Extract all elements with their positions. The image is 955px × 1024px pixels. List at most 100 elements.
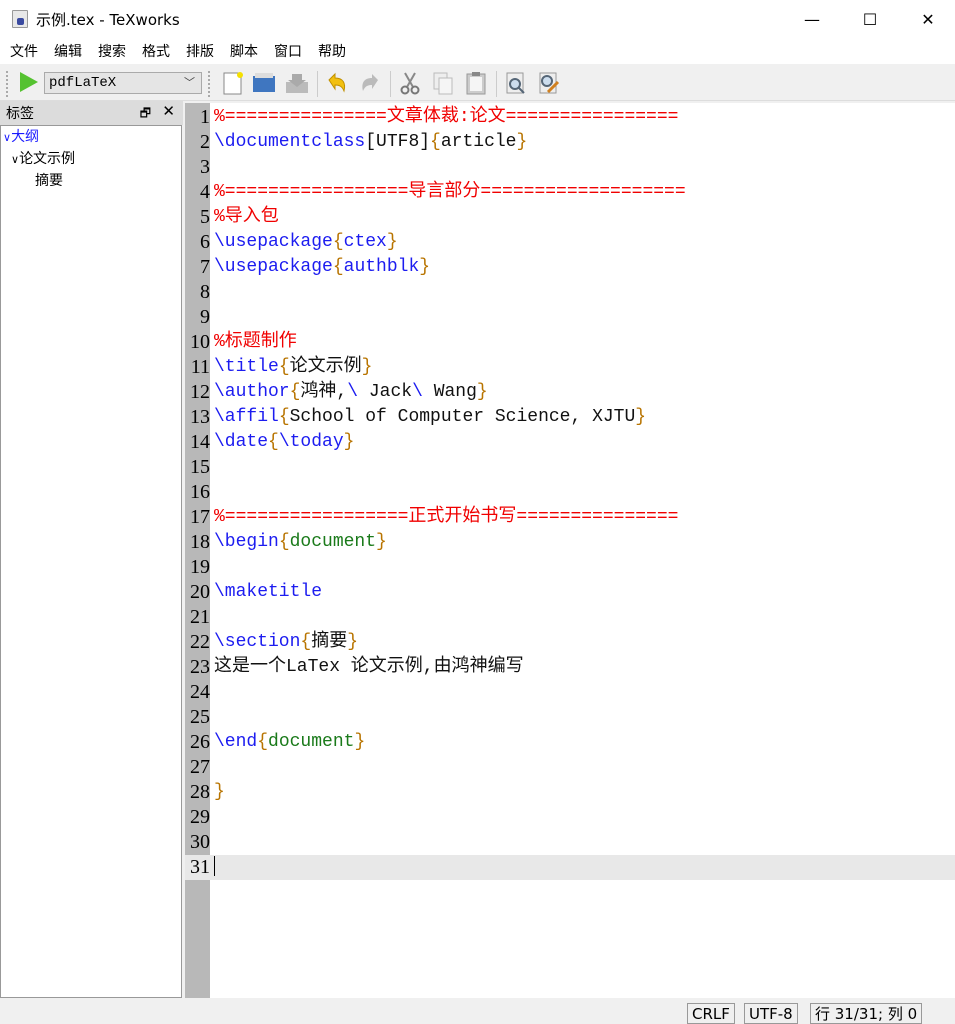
tree-item-abstract[interactable]: 摘要 <box>1 170 181 192</box>
code-text: \usepackage{authblk} <box>214 255 430 280</box>
code-line[interactable]: 7 \usepackage{authblk} <box>185 255 955 280</box>
code-line[interactable]: 13 \affil{School of Computer Science, XJT… <box>185 405 955 430</box>
token: { <box>430 132 441 152</box>
token: \usepackage <box>214 257 333 277</box>
line-number: 3 <box>200 156 210 178</box>
menu-item[interactable]: 帮助 <box>318 41 346 61</box>
code-line[interactable]: 10 %标题制作 <box>185 330 955 355</box>
status-bar: CRLF UTF-8 行 31/31; 列 0 <box>0 998 955 1024</box>
token: %=================正式开始书写=============== <box>214 507 679 527</box>
line-number: 2 <box>200 131 210 153</box>
typeset-play-icon[interactable] <box>20 72 38 92</box>
paste-icon[interactable] <box>463 70 489 96</box>
code-line[interactable]: 28} <box>185 780 955 805</box>
tree-item-outline[interactable]: ∨大纲 <box>1 126 181 148</box>
token: { <box>278 407 290 427</box>
code-line[interactable]: 31 <box>185 855 955 880</box>
token: } <box>354 732 366 752</box>
code-line[interactable]: 9 <box>185 305 955 330</box>
code-line[interactable]: 8 <box>185 280 955 305</box>
line-number: 17 <box>190 506 210 528</box>
code-line[interactable]: 18 \begin{document} <box>185 530 955 555</box>
token: document <box>268 732 355 752</box>
tree-item-paper[interactable]: ∨论文示例 <box>1 148 181 170</box>
code-line[interactable]: 26 \end{document} <box>185 730 955 755</box>
line-ending-indicator[interactable]: CRLF <box>687 1003 735 1024</box>
chevron-down-icon[interactable]: ∨ <box>11 153 19 166</box>
float-panel-icon[interactable]: 🗗 <box>140 104 151 125</box>
code-line[interactable]: 25 <box>185 705 955 730</box>
toolbar-grip[interactable] <box>208 71 211 97</box>
redo-icon[interactable] <box>357 70 383 96</box>
texworks-document-icon <box>12 10 28 28</box>
token: } <box>386 232 398 252</box>
code-text <box>214 855 215 880</box>
code-line[interactable]: 30 <box>185 830 955 855</box>
save-icon[interactable] <box>284 70 310 96</box>
token: } <box>361 357 373 377</box>
code-line[interactable]: 29 <box>185 805 955 830</box>
line-number: 16 <box>190 481 210 503</box>
code-line[interactable]: 14 \date{\today} <box>185 430 955 455</box>
code-line[interactable]: 12 \author{鸿神,\ Jack\ Wang} <box>185 380 955 405</box>
code-text: %=================导言部分==================… <box>214 180 686 205</box>
toolbar-grip[interactable] <box>6 71 9 97</box>
replace-icon[interactable] <box>536 70 562 96</box>
token: { <box>289 382 301 402</box>
open-folder-icon[interactable] <box>251 70 277 96</box>
line-number: 15 <box>190 456 210 478</box>
code-line[interactable]: 2 \documentclass[UTF8]{article} <box>185 130 955 155</box>
code-line[interactable]: 27 <box>185 755 955 780</box>
code-editor[interactable]: 1 %===============文章体裁:论文================… <box>185 103 955 998</box>
code-line[interactable]: 17 %=================正式开始书写==============… <box>185 505 955 530</box>
code-line[interactable]: 21 <box>185 605 955 630</box>
code-line[interactable]: 4 %=================导言部分=================… <box>185 180 955 205</box>
token: School of Computer Science, XJTU <box>289 407 636 427</box>
token: %导入包 <box>214 207 279 227</box>
menu-item[interactable]: 格式 <box>142 41 170 61</box>
menu-item[interactable]: 脚本 <box>230 41 258 61</box>
close-panel-icon[interactable]: ✕ <box>162 102 175 120</box>
menu-item[interactable]: 文件 <box>10 41 38 61</box>
chevron-down-icon[interactable]: ∨ <box>3 131 11 144</box>
menu-item[interactable]: 排版 <box>186 41 214 61</box>
line-number: 8 <box>200 281 210 303</box>
line-number: 14 <box>190 431 210 453</box>
token: \usepackage <box>214 232 333 252</box>
undo-icon[interactable] <box>324 70 350 96</box>
code-line[interactable]: 11 \title{论文示例} <box>185 355 955 380</box>
engine-select[interactable]: pdfLaTeX ﹀ <box>44 72 202 94</box>
code-line[interactable]: 22 \section{摘要} <box>185 630 955 655</box>
code-line[interactable]: 1 %===============文章体裁:论文================ <box>185 105 955 130</box>
code-line[interactable]: 16 <box>185 480 955 505</box>
copy-icon[interactable] <box>430 70 456 96</box>
menu-item[interactable]: 编辑 <box>54 41 82 61</box>
cut-icon[interactable] <box>397 70 423 96</box>
code-text: \author{鸿神,\ Jack\ Wang} <box>214 380 488 405</box>
find-icon[interactable] <box>503 70 529 96</box>
token: Jack <box>368 382 413 402</box>
code-line[interactable]: 24 <box>185 680 955 705</box>
code-line[interactable]: 5 %导入包 <box>185 205 955 230</box>
minimize-button[interactable]: — <box>783 0 841 38</box>
code-line[interactable]: 19 <box>185 555 955 580</box>
token: \title <box>214 357 279 377</box>
code-line[interactable]: 23 这是一个LaTex 论文示例,由鸿神编写 <box>185 655 955 680</box>
code-line[interactable]: 3 <box>185 155 955 180</box>
code-line[interactable]: 15 <box>185 455 955 480</box>
code-line[interactable]: 20 \maketitle <box>185 580 955 605</box>
line-number: 9 <box>200 306 210 328</box>
token: { <box>268 432 279 452</box>
menu-item[interactable]: 搜索 <box>98 41 126 61</box>
new-document-icon[interactable] <box>220 70 246 96</box>
token: 摘要 <box>311 632 348 652</box>
token: article <box>440 132 517 152</box>
line-number: 18 <box>190 531 210 553</box>
maximize-button[interactable]: ☐ <box>841 0 899 38</box>
close-button[interactable]: ✕ <box>899 0 955 38</box>
menu-item[interactable]: 窗口 <box>274 41 302 61</box>
code-line[interactable]: 6 \usepackage{ctex} <box>185 230 955 255</box>
code-text: \title{论文示例} <box>214 355 372 380</box>
encoding-indicator[interactable]: UTF-8 <box>744 1003 798 1024</box>
cursor-position: 行 31/31; 列 0 <box>810 1003 923 1024</box>
